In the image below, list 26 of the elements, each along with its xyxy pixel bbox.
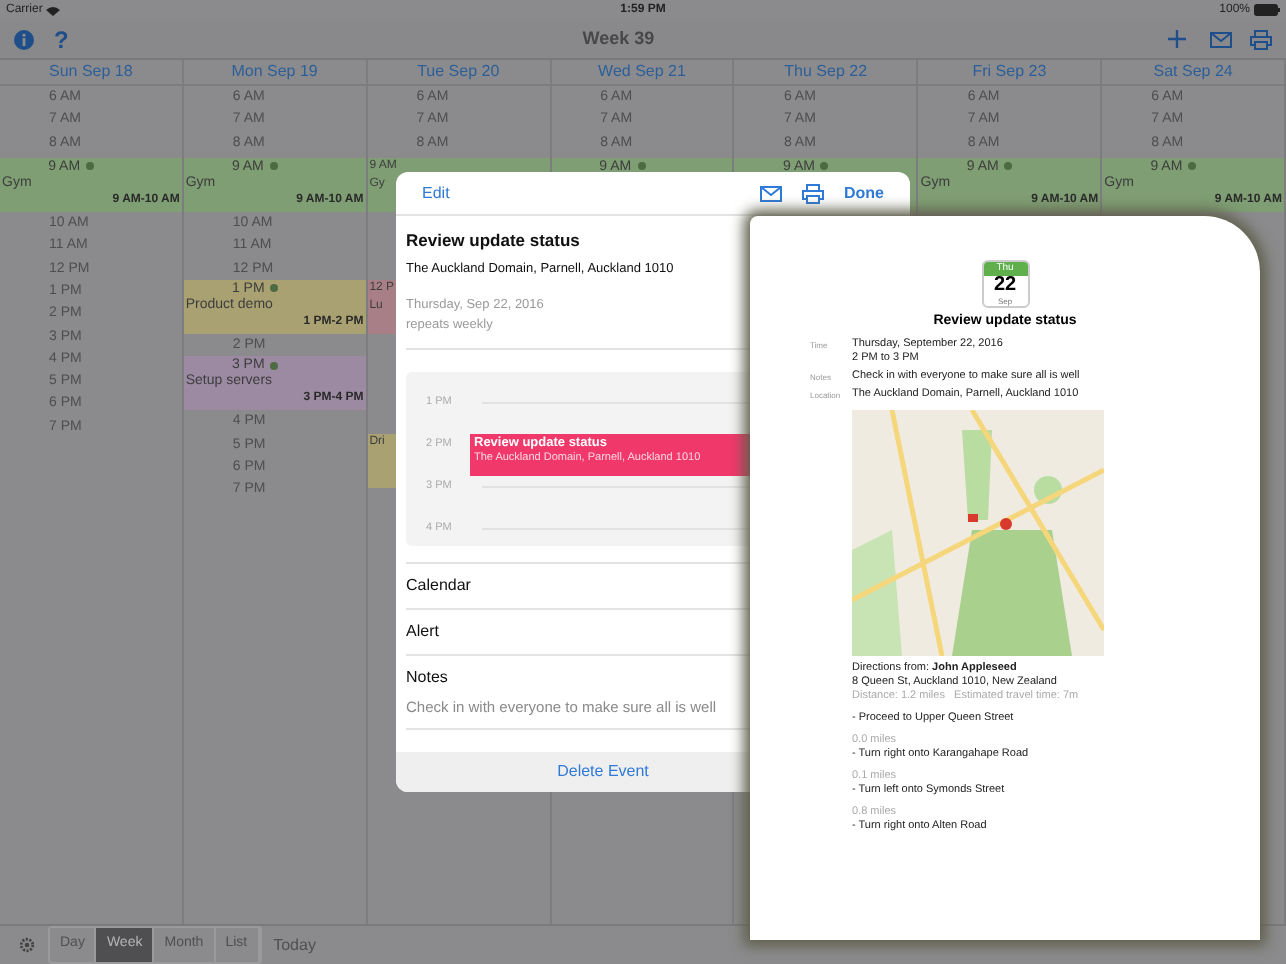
- day-header[interactable]: Thu Sep 22: [784, 60, 868, 84]
- day-header[interactable]: Fri Sep 23: [972, 60, 1047, 84]
- mail-icon[interactable]: [1210, 31, 1232, 47]
- info-icon[interactable]: [14, 29, 34, 49]
- day-header[interactable]: Sun Sep 18: [49, 60, 133, 84]
- printer-icon[interactable]: [802, 183, 824, 203]
- mail-icon[interactable]: [760, 185, 782, 201]
- add-icon[interactable]: [1168, 30, 1186, 48]
- week-title: Week 39: [580, 25, 657, 52]
- done-button[interactable]: Done: [844, 181, 884, 205]
- day-header[interactable]: Mon Sep 19: [231, 60, 318, 84]
- help-button[interactable]: ?: [54, 21, 69, 57]
- day-header[interactable]: Wed Sep 21: [598, 60, 686, 84]
- row-label[interactable]: Calendar: [406, 574, 471, 598]
- row-label[interactable]: Notes: [406, 666, 448, 690]
- wifi-icon: [46, 5, 61, 15]
- delete-event-button[interactable]: Delete Event: [557, 760, 649, 784]
- printer-icon[interactable]: [1250, 29, 1272, 49]
- day-header[interactable]: Sat Sep 24: [1153, 60, 1233, 84]
- day-header[interactable]: Tue Sep 20: [417, 60, 500, 84]
- row-label[interactable]: Alert: [406, 620, 439, 644]
- event-title: Review update status: [406, 228, 582, 254]
- edit-button[interactable]: Edit: [422, 181, 450, 205]
- today-button[interactable]: Today: [273, 933, 316, 957]
- settings-icon[interactable]: [18, 936, 36, 954]
- battery-icon: [1254, 4, 1280, 16]
